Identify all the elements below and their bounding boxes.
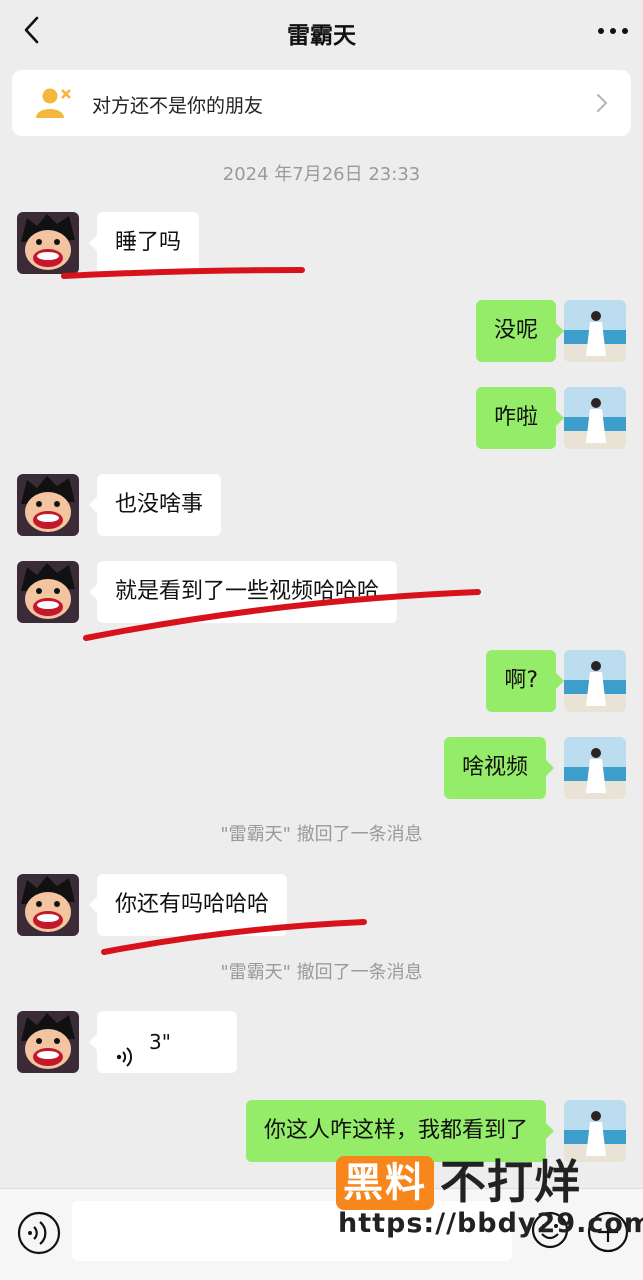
watermark-text: 不打烊 xyxy=(440,1155,581,1209)
red-annotation-lines xyxy=(61,267,481,955)
contact-avatar[interactable] xyxy=(17,212,79,274)
contact-avatar[interactable] xyxy=(17,474,79,536)
chat-header: 雷霸天 xyxy=(0,0,643,62)
message-bubble-incoming[interactable]: 睡了吗 xyxy=(88,212,200,274)
voice-wave-icon xyxy=(115,1031,135,1067)
message-bubble-incoming[interactable]: 也没啥事 xyxy=(88,474,222,536)
message-bubble-outgoing[interactable]: 啥视频 xyxy=(443,737,555,799)
my-avatar[interactable] xyxy=(564,1100,626,1162)
my-avatar[interactable] xyxy=(564,300,626,362)
message-bubble-outgoing[interactable]: 你这人咋这样，我都看到了 xyxy=(245,1100,555,1162)
contact-avatar[interactable] xyxy=(17,1011,79,1073)
recall-notice: "雷霸天" 撤回了一条消息 xyxy=(220,962,423,983)
message-bubble-outgoing[interactable]: 没呢 xyxy=(475,300,565,362)
my-avatar[interactable] xyxy=(564,650,626,712)
contact-avatar[interactable] xyxy=(17,561,79,623)
not-friend-text: 对方还不是你的朋友 xyxy=(92,95,264,117)
voice-input-icon[interactable] xyxy=(16,1210,62,1256)
watermark-badge: 黑料 xyxy=(336,1156,434,1210)
add-friend-icon xyxy=(34,86,74,120)
recall-notice: "雷霸天" 撤回了一条消息 xyxy=(220,824,423,845)
watermark-url: https://bbdy29.com xyxy=(338,1208,643,1239)
voice-message-bubble[interactable]: 3" xyxy=(89,1011,237,1073)
my-avatar[interactable] xyxy=(564,737,626,799)
my-avatar[interactable] xyxy=(564,387,626,449)
message-bubble-outgoing[interactable]: 啊? xyxy=(486,650,564,712)
voice-duration: 3" xyxy=(149,1030,171,1054)
chat-title: 雷霸天 xyxy=(287,23,356,49)
message-timestamp: 2024 年7月26日 23:33 xyxy=(222,164,421,185)
message-bubble-incoming[interactable]: 就是看到了一些视频哈哈哈 xyxy=(88,561,398,623)
more-icon[interactable] xyxy=(593,16,633,46)
contact-avatar[interactable] xyxy=(17,874,79,936)
message-bubble-incoming[interactable]: 你还有吗哈哈哈 xyxy=(88,874,288,936)
not-friend-banner[interactable]: 对方还不是你的朋友 xyxy=(12,70,631,136)
message-bubble-outgoing[interactable]: 咋啦 xyxy=(475,387,565,449)
chevron-right-icon xyxy=(595,92,609,114)
